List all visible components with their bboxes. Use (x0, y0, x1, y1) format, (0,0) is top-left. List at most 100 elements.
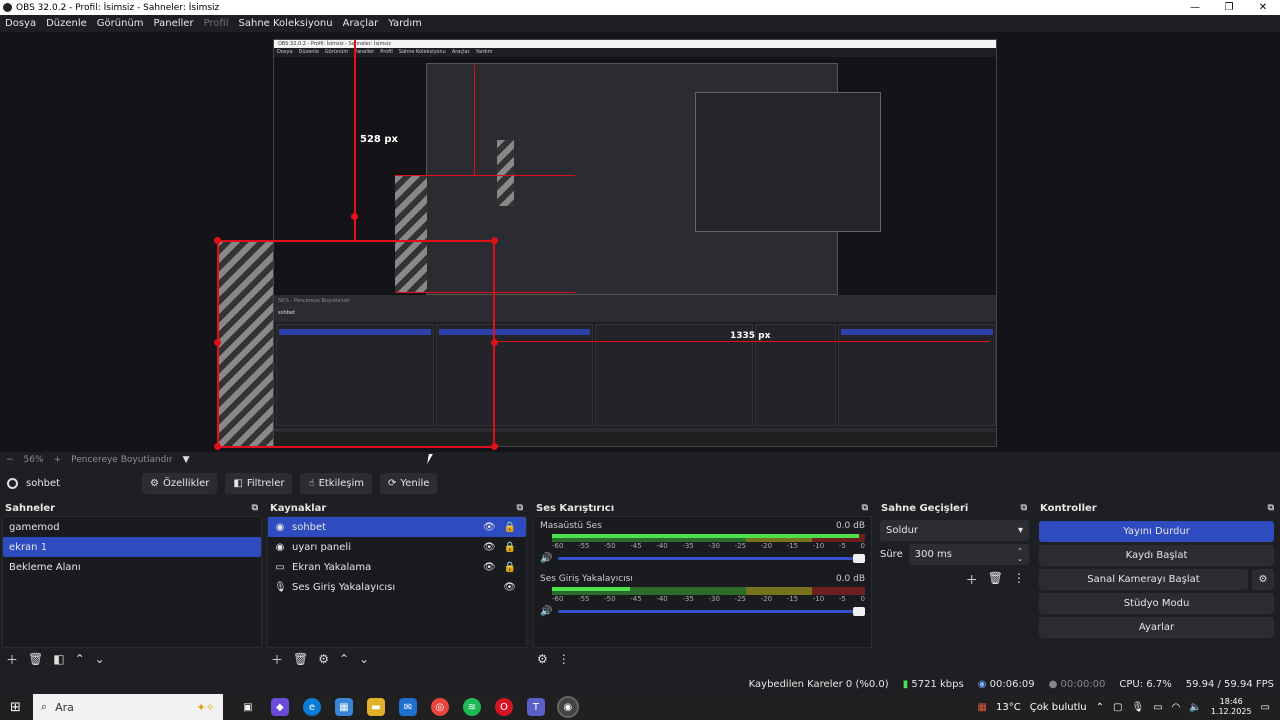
zoom-in-button[interactable]: + (54, 455, 62, 465)
menu-edit[interactable]: Düzenle (41, 18, 92, 29)
resize-handle[interactable] (214, 443, 221, 450)
speaker-icon[interactable]: 🔊 (540, 606, 552, 617)
zoom-out-button[interactable]: − (6, 455, 14, 465)
file-explorer-icon[interactable]: ▬ (366, 698, 385, 716)
menu-profile[interactable]: Profil (199, 18, 234, 29)
resize-handle[interactable] (491, 339, 498, 346)
more-icon[interactable]: ⋮ (558, 652, 570, 666)
slider-knob[interactable] (853, 607, 865, 616)
filter-icon[interactable]: ◧ (53, 652, 64, 666)
lock-icon[interactable]: 🔒 (504, 542, 516, 553)
chevron-down-icon[interactable]: ▼ (183, 455, 190, 465)
clock[interactable]: 18:46 1.12.2025 (1211, 697, 1252, 717)
speaker-icon[interactable]: 🔊 (540, 553, 552, 564)
gear-icon[interactable]: ⚙ (318, 652, 329, 666)
scene-item[interactable]: Bekleme Alanı (3, 557, 261, 577)
opera-icon[interactable]: O (494, 698, 513, 716)
undock-icon[interactable]: ⧉ (252, 503, 258, 513)
undock-icon[interactable]: ⧉ (517, 503, 523, 513)
taskbar-search[interactable]: ⌕ Ara ✦✧ (32, 694, 223, 720)
volume-slider[interactable] (558, 607, 865, 616)
undock-icon[interactable]: ⧉ (1268, 503, 1274, 513)
resize-handle[interactable] (214, 237, 221, 244)
close-icon[interactable]: ✕ (1246, 0, 1280, 15)
tray-icon[interactable]: ▢ (1113, 702, 1122, 713)
weather-icon[interactable]: ▦ (978, 702, 987, 713)
volume-icon[interactable]: 🔈 (1189, 702, 1201, 713)
properties-button[interactable]: ⚙ Özellikler (142, 472, 218, 494)
source-item[interactable]: ▭ Ekran Yakalama 👁 🔒 (268, 557, 526, 577)
interact-button[interactable]: ☝ Etkileşim (300, 472, 373, 494)
notification-icon[interactable]: ▭ (1261, 702, 1270, 713)
filters-button[interactable]: ◧ Filtreler (225, 472, 293, 494)
chrome-icon[interactable]: ◎ (430, 698, 449, 716)
minimize-icon[interactable]: — (1178, 0, 1212, 15)
lock-icon[interactable]: 🔒 (504, 562, 516, 573)
chevron-up-icon[interactable]: ⌃ (339, 652, 349, 666)
windows-start-icon[interactable]: ⊞ (10, 700, 21, 715)
copilot-icon[interactable]: ◆ (270, 698, 289, 716)
preview-canvas-source[interactable]: OBS 32.0.2 - Profil: İsimsiz - Sahneler:… (273, 39, 997, 447)
mic-icon[interactable]: 🎙 (1131, 702, 1144, 713)
chevron-down-icon[interactable]: ⌄ (359, 652, 369, 666)
trash-icon[interactable]: 🗑 (28, 652, 43, 666)
add-icon[interactable]: ＋ (271, 651, 283, 668)
duration-field[interactable]: 300 ms ⌃ ⌄ (908, 544, 1029, 565)
menu-view[interactable]: Görünüm (92, 18, 149, 29)
menu-scene-collection[interactable]: Sahne Koleksiyonu (234, 18, 338, 29)
eye-icon[interactable]: 👁 (483, 562, 496, 573)
restore-icon[interactable]: ❐ (1212, 0, 1246, 15)
refresh-button[interactable]: ⟳ Yenile (380, 472, 438, 494)
vcam-settings-gear-icon[interactable]: ⚙ (1252, 569, 1274, 590)
spin-icon[interactable]: ⌃ ⌄ (1017, 547, 1023, 563)
menu-docks[interactable]: Paneller (149, 18, 199, 29)
undock-icon[interactable]: ⧉ (1021, 503, 1027, 513)
start-virtual-camera-button[interactable]: Sanal Kamerayı Başlat (1039, 569, 1248, 590)
source-item[interactable]: ◉ uyarı paneli 👁 🔒 (268, 537, 526, 557)
menu-tools[interactable]: Araçlar (338, 18, 384, 29)
transition-select[interactable]: Soldur ▾ (880, 520, 1029, 541)
resize-handle[interactable] (491, 237, 498, 244)
teams-icon[interactable]: T (526, 698, 545, 716)
obs-icon[interactable]: ◉ (556, 696, 579, 718)
chevron-up-icon[interactable]: ⌃ (75, 652, 85, 666)
slider-knob[interactable] (853, 554, 865, 563)
zoom-bar: − 56% + Pencereye Boyutlandır ▼ (0, 452, 1280, 468)
resize-handle[interactable] (491, 443, 498, 450)
task-view-icon[interactable]: ▣ (239, 698, 257, 716)
resize-handle[interactable] (351, 213, 358, 220)
more-icon[interactable]: ⋮ (1013, 571, 1025, 588)
edge-icon[interactable]: e (302, 698, 321, 716)
scene-item[interactable]: gamemod (3, 517, 261, 537)
meter-tick-label: -10 (812, 542, 825, 550)
eye-icon[interactable]: 👁 (483, 522, 496, 533)
wifi-icon[interactable]: ◠ (1172, 702, 1181, 713)
trash-icon[interactable]: 🗑 (988, 571, 1003, 588)
menu-help[interactable]: Yardım (383, 18, 427, 29)
stop-stream-button[interactable]: Yayını Durdur (1039, 521, 1274, 542)
chevron-down-icon[interactable]: ⌄ (95, 652, 105, 666)
add-icon[interactable]: ＋ (6, 651, 18, 668)
scene-item-selected[interactable]: ekran 1 (3, 537, 261, 557)
add-icon[interactable]: ＋ (966, 571, 978, 588)
trash-icon[interactable]: 🗑 (293, 652, 308, 666)
network-icon[interactable]: ▭ (1153, 702, 1162, 713)
studio-mode-button[interactable]: Stüdyo Modu (1039, 593, 1274, 614)
resize-handle[interactable] (214, 339, 221, 346)
eye-icon[interactable]: 👁 (483, 542, 496, 553)
fit-to-window-label[interactable]: Pencereye Boyutlandır (71, 455, 172, 465)
undock-icon[interactable]: ⧉ (862, 503, 868, 513)
menu-file[interactable]: Dosya (0, 18, 41, 29)
source-item-selected[interactable]: ◉ sohbet 👁 🔒 (268, 517, 526, 537)
settings-button[interactable]: Ayarlar (1039, 617, 1274, 638)
source-item[interactable]: 🎙 Ses Giriş Yakalayıcısı 👁 (268, 577, 526, 597)
chevron-up-icon[interactable]: ⌃ (1096, 702, 1104, 713)
volume-slider[interactable] (558, 554, 865, 563)
mail-icon[interactable]: ✉ (398, 698, 417, 716)
store-icon[interactable]: ▦ (334, 698, 353, 716)
lock-icon[interactable]: 🔒 (504, 522, 516, 533)
eye-icon[interactable]: 👁 (503, 582, 516, 593)
gear-icon[interactable]: ⚙ (537, 652, 548, 666)
start-recording-button[interactable]: Kaydı Başlat (1039, 545, 1274, 566)
spotify-icon[interactable]: ≋ (462, 698, 481, 716)
